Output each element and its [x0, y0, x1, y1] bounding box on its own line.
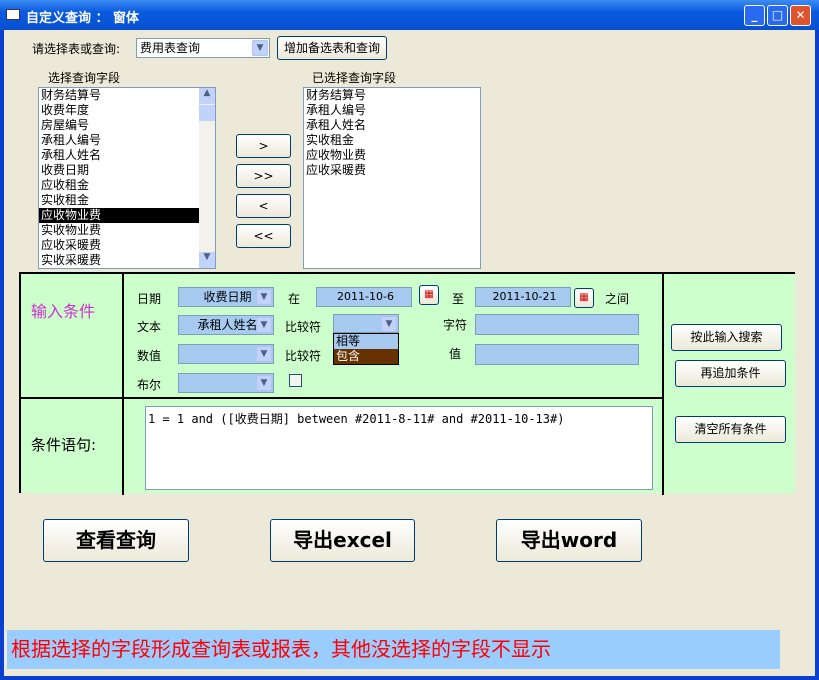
- value-input[interactable]: [475, 344, 639, 365]
- list-item[interactable]: 实收采暖费: [39, 253, 215, 268]
- chevron-down-icon[interactable]: ▼: [256, 289, 272, 305]
- window-title: 自定义查询 ： 窗体: [26, 11, 140, 26]
- date-field-combo[interactable]: 收费日期 ▼: [178, 287, 274, 307]
- bool-label: 布尔: [137, 378, 162, 392]
- list-item[interactable]: 实收租金: [39, 193, 215, 208]
- scrollbar[interactable]: ▲ ▼: [199, 88, 215, 268]
- date-from-input[interactable]: 2011-10-6: [316, 287, 412, 307]
- calendar-icon[interactable]: ▦: [419, 285, 439, 305]
- date-field-value: 收费日期: [203, 290, 252, 304]
- list-item[interactable]: 财务结算号: [304, 88, 480, 103]
- list-item[interactable]: 承租人编号: [304, 103, 480, 118]
- input-condition-label: 输入条件: [31, 302, 96, 321]
- chevron-down-icon[interactable]: ▼: [256, 375, 272, 391]
- chevron-down-icon[interactable]: ▼: [252, 40, 268, 56]
- list-item[interactable]: 承租人姓名: [304, 118, 480, 133]
- list-item[interactable]: 承租人编号: [39, 133, 215, 148]
- move-all-right-button[interactable]: >>: [236, 164, 291, 188]
- sentence-label: 条件语句:: [31, 436, 97, 454]
- text-field-value: 承租人姓名: [197, 318, 258, 332]
- date-label: 日期: [137, 292, 162, 306]
- bool-field-combo[interactable]: ▼: [178, 373, 274, 393]
- between-label: 之间: [605, 292, 630, 306]
- text-field-combo[interactable]: 承租人姓名 ▼: [178, 315, 274, 335]
- scroll-up-icon[interactable]: ▲: [199, 88, 215, 104]
- chevron-down-icon[interactable]: ▼: [256, 346, 272, 362]
- list-item[interactable]: 应收采暖费: [304, 163, 480, 178]
- list-item[interactable]: 应收物业费: [39, 208, 215, 223]
- scroll-down-icon[interactable]: ▼: [199, 252, 215, 268]
- option-equal[interactable]: 相等: [334, 334, 398, 349]
- list-item[interactable]: 应收物业费: [304, 148, 480, 163]
- bool-checkbox[interactable]: [289, 374, 302, 387]
- char-input[interactable]: [475, 314, 639, 335]
- move-all-left-button[interactable]: <<: [236, 224, 291, 248]
- list-item[interactable]: 收费年度: [39, 103, 215, 118]
- scroll-thumb[interactable]: [199, 105, 215, 121]
- list-item[interactable]: 实收物业费: [39, 223, 215, 238]
- date-to-input[interactable]: 2011-10-21: [475, 287, 571, 307]
- available-fields-label: 选择查询字段: [48, 71, 121, 85]
- to-label: 至: [452, 292, 465, 306]
- add-condition-button[interactable]: 再追加条件: [675, 360, 786, 387]
- number-label: 数值: [137, 349, 162, 363]
- calendar-icon[interactable]: ▦: [574, 288, 594, 308]
- table-combo[interactable]: 费用表查询 ▼: [136, 38, 270, 58]
- option-contains[interactable]: 包含: [334, 349, 398, 364]
- list-item[interactable]: 承租人姓名: [39, 148, 215, 163]
- list-item[interactable]: 房屋编号: [39, 118, 215, 133]
- condition-sentence-box[interactable]: 1 = 1 and ([收费日期] between #2011-8-11# an…: [145, 406, 653, 490]
- compare-combo[interactable]: ▼: [333, 314, 399, 333]
- chosen-fields-list[interactable]: 财务结算号 承租人编号 承租人姓名 实收租金 应收物业费 应收采暖费: [303, 87, 481, 269]
- at-label: 在: [288, 292, 301, 306]
- list-item[interactable]: 应收租金: [39, 178, 215, 193]
- condition-panel: 输入条件 条件语句: 日期 收费日期 ▼ 在 2011-10-6 ▦ 至 2011…: [19, 272, 795, 495]
- list-item[interactable]: 财务结算号: [39, 88, 215, 103]
- chevron-down-icon[interactable]: ▼: [256, 317, 272, 333]
- clear-conditions-button[interactable]: 清空所有条件: [675, 416, 786, 443]
- form-icon: [6, 9, 20, 20]
- form-body: 请选择表或查询: 费用表查询 ▼ 增加备选表和查询 选择查询字段 财务结算号 收费年…: [4, 30, 815, 676]
- number-field-combo[interactable]: ▼: [178, 344, 274, 364]
- text-label: 文本: [137, 320, 162, 334]
- value-label: 值: [449, 347, 462, 361]
- move-one-left-button[interactable]: <: [236, 194, 291, 218]
- list-item[interactable]: 收费日期: [39, 163, 215, 178]
- list-item[interactable]: 实收租金: [304, 133, 480, 148]
- search-button[interactable]: 按此输入搜索: [671, 324, 782, 351]
- list-item[interactable]: 应收采暖费: [39, 238, 215, 253]
- compare-label: 比较符: [285, 320, 322, 334]
- char-label: 字符: [443, 318, 468, 332]
- compare-dropdown: 相等 包含: [333, 333, 399, 365]
- close-button[interactable]: ✕: [790, 5, 811, 26]
- export-excel-button[interactable]: 导出excel: [270, 519, 415, 562]
- minimize-button[interactable]: _: [744, 5, 765, 26]
- available-fields-list[interactable]: 财务结算号 收费年度 房屋编号 承租人编号 承租人姓名 收费日期 应收租金 实收租金 应收物业费…: [38, 87, 216, 269]
- maximize-button[interactable]: □: [767, 5, 788, 26]
- footer-note: 根据选择的字段形成查询表或报表，其他没选择的字段不显示: [7, 630, 780, 669]
- table-label: 请选择表或查询:: [32, 42, 121, 56]
- chosen-fields-label: 已选择查询字段: [312, 71, 397, 85]
- chevron-down-icon[interactable]: ▼: [381, 316, 397, 332]
- compare-label-2: 比较符: [285, 349, 322, 363]
- title-bar: 自定义查询 ： 窗体 _ □ ✕: [0, 0, 819, 30]
- view-query-button[interactable]: 查看查询: [43, 519, 189, 562]
- table-value: 费用表查询: [140, 41, 201, 55]
- export-word-button[interactable]: 导出word: [496, 519, 642, 562]
- move-one-right-button[interactable]: >: [236, 134, 291, 158]
- add-table-button[interactable]: 增加备选表和查询: [277, 36, 387, 60]
